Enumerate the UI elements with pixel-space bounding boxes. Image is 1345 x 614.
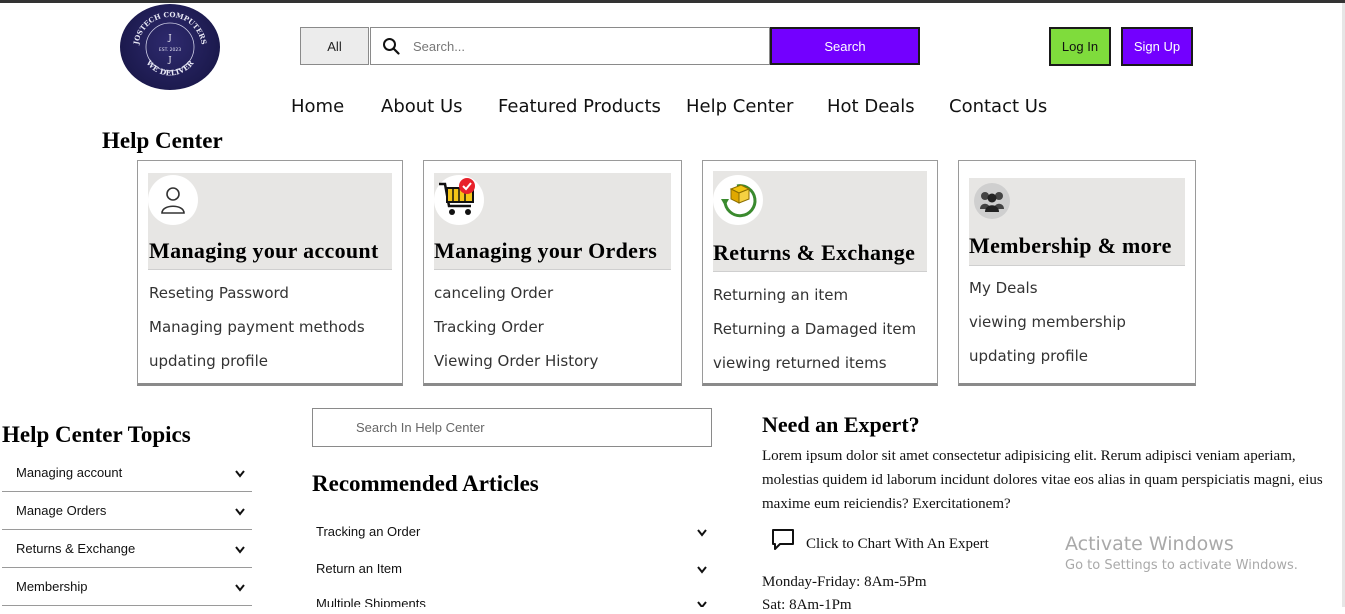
- card-title: Managing your account: [149, 238, 379, 263]
- help-search-field[interactable]: [312, 408, 712, 447]
- window-top-border: [0, 0, 1345, 3]
- recommended-title: Recommended Articles: [312, 471, 539, 496]
- help-card-returns[interactable]: Returns & Exchange Returning an item Ret…: [702, 160, 938, 386]
- search-category-select[interactable]: All: [300, 27, 369, 65]
- card-link[interactable]: Tracking Order: [434, 318, 544, 336]
- topic-returns-exchange[interactable]: Returns & Exchange: [2, 530, 252, 568]
- help-card-account[interactable]: Managing your account Reseting Password …: [137, 160, 403, 386]
- card-link[interactable]: Returning an item: [713, 286, 848, 304]
- activate-windows-hint: Go to Settings to activate Windows.: [1065, 558, 1298, 573]
- brand-logo[interactable]: JOSTECH COMPUTERS WE DELIVER J J EST. 20…: [120, 4, 220, 90]
- signup-button[interactable]: Sign Up: [1121, 27, 1193, 66]
- article-label: Multiple Shipments: [316, 596, 426, 607]
- card-link[interactable]: canceling Order: [434, 284, 553, 302]
- card-title: Managing your Orders: [434, 238, 658, 263]
- topic-manage-orders[interactable]: Manage Orders: [2, 492, 252, 530]
- card-link[interactable]: Viewing Order History: [434, 352, 598, 370]
- chevron-down-icon: [234, 543, 246, 558]
- chevron-down-icon: [234, 505, 246, 520]
- search-input[interactable]: [411, 37, 755, 55]
- expert-title: Need an Expert?: [762, 412, 920, 437]
- user-icon: [148, 175, 198, 225]
- help-card-membership[interactable]: Membership & more My Deals viewing membe…: [958, 160, 1196, 386]
- login-button[interactable]: Log In: [1049, 27, 1111, 66]
- nav-home[interactable]: Home: [291, 96, 344, 117]
- card-title: Membership & more: [969, 233, 1172, 258]
- chat-bubble-icon: [770, 527, 796, 557]
- card-link[interactable]: Returning a Damaged item: [713, 320, 916, 338]
- hours-weekday: Monday-Friday: 8Am-5Pm: [762, 574, 927, 590]
- nav-contact-us[interactable]: Contact Us: [949, 96, 1047, 117]
- card-link[interactable]: My Deals: [969, 279, 1038, 297]
- logo-est-text: EST. 2023: [159, 47, 181, 53]
- article-label: Return an Item: [316, 561, 402, 576]
- svg-text:J: J: [167, 55, 171, 64]
- chevron-down-icon: [696, 526, 708, 541]
- card-link[interactable]: Managing payment methods: [149, 318, 365, 336]
- shopping-cart-icon: [434, 175, 484, 225]
- article-item[interactable]: Multiple Shipments: [312, 596, 712, 607]
- nav-hot-deals[interactable]: Hot Deals: [827, 96, 915, 117]
- topic-membership[interactable]: Membership: [2, 568, 252, 606]
- topic-label: Membership: [16, 579, 88, 594]
- search-field[interactable]: [370, 27, 770, 65]
- search-button[interactable]: Search: [770, 27, 920, 65]
- help-card-orders[interactable]: Managing your Orders canceling Order Tra…: [423, 160, 682, 386]
- nav-help-center[interactable]: Help Center: [686, 96, 793, 117]
- topic-label: Manage Orders: [16, 503, 107, 518]
- topic-label: Managing account: [16, 465, 123, 480]
- page-title: Help Center: [102, 128, 223, 153]
- chevron-down-icon: [696, 598, 708, 607]
- members-icon: [969, 178, 1015, 224]
- help-search-input[interactable]: [354, 419, 698, 436]
- nav-featured-products[interactable]: Featured Products: [498, 96, 661, 117]
- article-item[interactable]: Tracking an Order: [312, 524, 712, 561]
- article-label: Tracking an Order: [316, 524, 421, 539]
- svg-text:J: J: [167, 33, 171, 42]
- return-box-icon: [713, 175, 763, 225]
- card-link[interactable]: viewing membership: [969, 313, 1126, 331]
- card-link[interactable]: Reseting Password: [149, 284, 289, 302]
- chat-label: Click to Chart With An Expert: [806, 535, 989, 552]
- chevron-down-icon: [696, 563, 708, 578]
- article-item[interactable]: Return an Item: [312, 561, 712, 598]
- topic-managing-account[interactable]: Managing account: [2, 454, 252, 492]
- topics-title: Help Center Topics: [2, 422, 191, 447]
- search-icon: [371, 37, 411, 55]
- hours-saturday: Sat: 8Am-1Pm: [762, 597, 852, 613]
- card-link[interactable]: updating profile: [969, 347, 1088, 365]
- activate-windows-watermark: Activate Windows: [1065, 533, 1234, 555]
- topic-label: Returns & Exchange: [16, 541, 136, 556]
- chat-with-expert-link[interactable]: Click to Chart With An Expert: [770, 527, 989, 557]
- card-link[interactable]: updating profile: [149, 352, 268, 370]
- chevron-down-icon: [234, 581, 246, 596]
- nav-about-us[interactable]: About Us: [381, 96, 463, 117]
- card-title: Returns & Exchange: [713, 240, 916, 265]
- chevron-down-icon: [234, 467, 246, 482]
- card-link[interactable]: viewing returned items: [713, 354, 887, 372]
- expert-description: Lorem ipsum dolor sit amet consectetur a…: [762, 448, 1323, 512]
